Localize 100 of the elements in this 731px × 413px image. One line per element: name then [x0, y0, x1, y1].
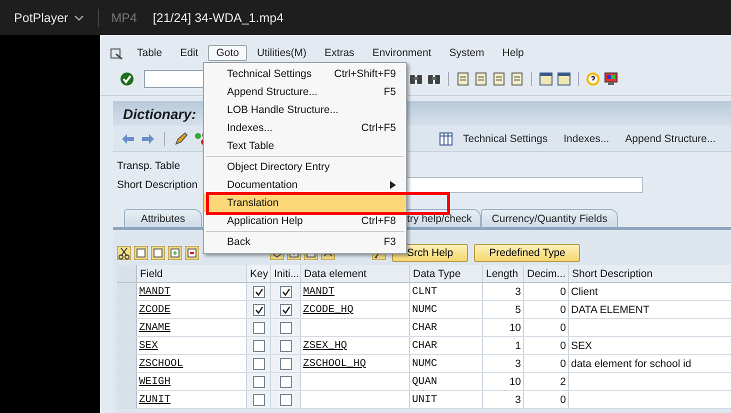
checkbox[interactable] — [280, 322, 292, 334]
table-cell: 0 — [560, 340, 566, 352]
help-icon[interactable] — [586, 72, 600, 86]
table-cell: DATA ELEMENT — [571, 304, 650, 316]
table-icon[interactable] — [439, 132, 453, 146]
table-cell[interactable]: ZSCHOOL_HQ — [303, 358, 366, 370]
table-cell: CHAR — [412, 322, 438, 334]
menu-item[interactable]: Table — [129, 45, 170, 61]
table-cell[interactable]: MANDT — [139, 286, 171, 298]
table-cell[interactable]: ZSCHOOL — [139, 358, 184, 370]
document-icon[interactable] — [456, 72, 470, 86]
app-name[interactable]: PotPlayer — [14, 10, 68, 24]
table-cell: 5 — [515, 304, 521, 316]
table-cell: UNIT — [412, 394, 438, 406]
check-icon[interactable] — [120, 72, 134, 86]
delete-row-icon[interactable] — [185, 246, 199, 260]
toolbar-button[interactable]: Indexes... — [558, 132, 616, 144]
menu-item[interactable]: Utilities(M) — [248, 45, 315, 61]
checkbox[interactable] — [252, 394, 264, 406]
menu-entry[interactable]: Application Help Ctrl+F8 — [204, 212, 406, 230]
table-cell[interactable]: ZSEX_HQ — [303, 340, 348, 352]
menu-item[interactable]: System — [441, 45, 492, 61]
table-cell: NUMC — [412, 304, 438, 316]
menu-item[interactable]: Help — [494, 45, 532, 61]
tab[interactable]: Attributes — [124, 209, 202, 227]
column-header: Short Description — [571, 266, 654, 282]
scissors-icon[interactable] — [117, 246, 131, 260]
table-cell[interactable]: WEIGH — [139, 376, 171, 388]
table-cell: 0 — [560, 286, 566, 298]
file-title: [21/24] 34-WDA_1.mp4 — [152, 10, 284, 24]
menu-entry[interactable]: LOB Handle Structure... — [204, 101, 406, 119]
chevron-down-icon[interactable] — [74, 14, 84, 22]
checkbox[interactable] — [252, 358, 264, 370]
table-cell: data element for school id — [571, 358, 692, 370]
add-row-icon[interactable] — [168, 246, 182, 260]
document-icon[interactable] — [492, 72, 506, 86]
checkbox[interactable] — [280, 394, 292, 406]
checkbox[interactable] — [280, 358, 292, 370]
table-cell: NUMC — [412, 358, 438, 370]
menu-entry[interactable]: Documentation — [204, 176, 406, 194]
menu-entry[interactable]: Technical Settings Ctrl+Shift+F9 — [204, 65, 406, 83]
menu-entry[interactable]: Append Structure... F5 — [204, 83, 406, 101]
column-header: Key — [247, 265, 271, 282]
screen-title: Dictionary: — [123, 106, 196, 122]
checkbox[interactable] — [280, 340, 292, 352]
toolbar-button[interactable]: Predefined Type — [474, 244, 580, 262]
window-icon[interactable] — [557, 72, 571, 86]
shortcut-label: Ctrl+F5 — [361, 122, 396, 134]
table-cell[interactable]: ZCODE_HQ — [303, 304, 354, 316]
table-cell: Client — [571, 286, 598, 298]
column-header: Data element — [301, 265, 410, 282]
monitor-icon[interactable] — [604, 72, 618, 86]
table-cell[interactable]: MANDT — [303, 286, 335, 298]
checkbox[interactable] — [280, 304, 292, 316]
table-cell: CHAR — [412, 340, 438, 352]
table-cell: SEX — [571, 340, 592, 352]
table-cell[interactable]: ZUNIT — [139, 394, 171, 406]
menu-item[interactable]: Environment — [364, 45, 440, 61]
menu-entry[interactable]: Text Table — [204, 137, 406, 155]
menu-entry[interactable]: Object Directory Entry — [204, 158, 406, 176]
field-label: Transp. Table — [117, 160, 180, 172]
toolbar-button[interactable]: Append Structure... — [619, 132, 722, 144]
file-format: MP4 — [111, 10, 137, 24]
table-cell: 10 — [509, 376, 521, 388]
document-icon[interactable] — [474, 72, 488, 86]
submenu-arrow-icon — [390, 181, 396, 189]
checkbox[interactable] — [280, 286, 292, 298]
table-cell: 2 — [560, 376, 566, 388]
window-icon[interactable] — [539, 72, 553, 86]
forward-arrow-icon[interactable] — [141, 132, 155, 146]
menu-item[interactable]: Edit — [172, 45, 206, 61]
column-header: Initi... — [271, 265, 301, 282]
back-arrow-icon[interactable] — [121, 132, 135, 146]
menu-item[interactable]: Extras — [316, 45, 362, 61]
checkbox[interactable] — [280, 376, 292, 388]
table-cell[interactable]: SEX — [139, 340, 158, 352]
tab[interactable]: Currency/Quantity Fields — [480, 209, 618, 227]
shortcut-label: Ctrl+Shift+F9 — [334, 68, 396, 80]
table-cell[interactable]: ZNAME — [139, 322, 171, 334]
menu-entry[interactable]: Translation — [204, 194, 406, 212]
checkbox[interactable] — [252, 340, 264, 352]
table-cell: 0 — [560, 304, 566, 316]
shortcut-label: Ctrl+F8 — [361, 215, 396, 227]
column-header: Length — [483, 265, 524, 282]
menu-entry[interactable]: Indexes... Ctrl+F5 — [204, 119, 406, 137]
document-icon[interactable] — [510, 72, 524, 86]
pencil-icon[interactable] — [174, 132, 188, 146]
checkbox[interactable] — [252, 286, 264, 298]
menu-item[interactable]: Goto — [208, 45, 247, 61]
checkbox[interactable] — [252, 376, 264, 388]
checkbox[interactable] — [252, 322, 264, 334]
table-cell: 1 — [515, 340, 521, 352]
table-cell: 0 — [560, 322, 566, 334]
column-header: Decim... — [524, 265, 569, 282]
toolbar-button[interactable]: Technical Settings — [457, 132, 554, 144]
table-cell[interactable]: ZCODE — [139, 304, 171, 316]
checkbox[interactable] — [252, 304, 264, 316]
table-cell: 0 — [560, 358, 566, 370]
table-cell: 3 — [515, 358, 521, 370]
table-cell: 3 — [515, 286, 521, 298]
